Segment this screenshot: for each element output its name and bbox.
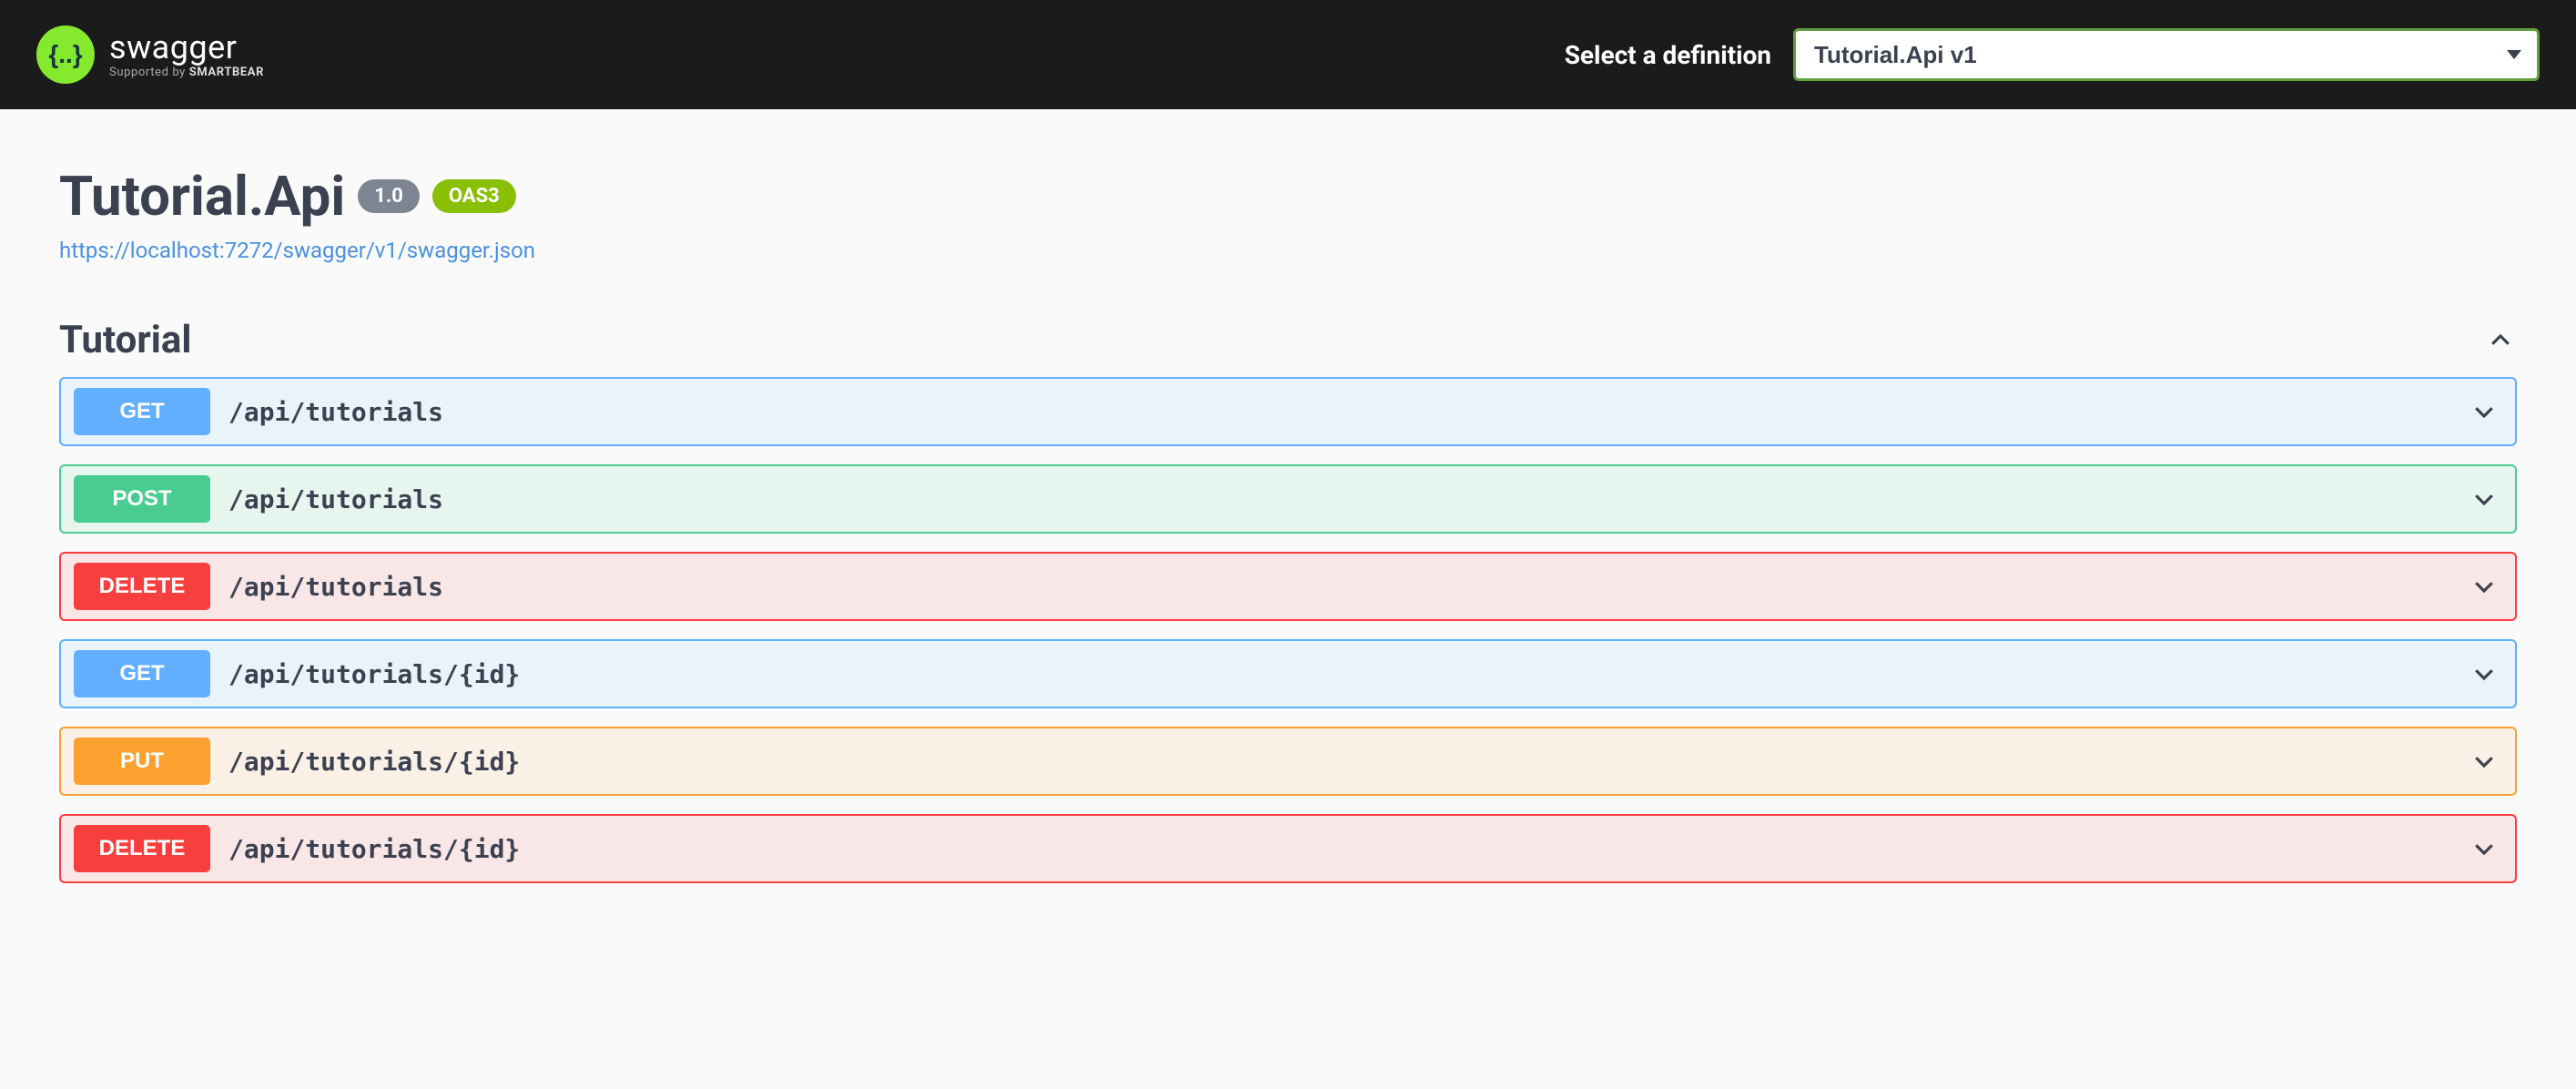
api-title: Tutorial.Api xyxy=(59,164,345,229)
operation-path: /api/tutorials xyxy=(228,484,2466,514)
operation-row[interactable]: DELETE/api/tutorials xyxy=(59,552,2517,621)
swagger-logo[interactable]: {..} swagger Supported by SMARTBEAR xyxy=(36,25,264,84)
version-badge: 1.0 xyxy=(358,179,420,213)
operation-row[interactable]: POST/api/tutorials xyxy=(59,464,2517,534)
spec-url-link[interactable]: https://localhost:7272/swagger/v1/swagge… xyxy=(59,238,535,263)
definition-select[interactable]: Tutorial.Api v1 xyxy=(1793,28,2540,81)
method-badge: PUT xyxy=(74,738,210,785)
chevron-down-icon[interactable] xyxy=(2466,743,2502,779)
operation-row[interactable]: PUT/api/tutorials/{id} xyxy=(59,727,2517,796)
operation-row[interactable]: DELETE/api/tutorials/{id} xyxy=(59,814,2517,883)
chevron-down-icon[interactable] xyxy=(2466,481,2502,517)
chevron-up-icon xyxy=(2484,324,2517,357)
operation-path: /api/tutorials/{id} xyxy=(228,747,2466,777)
tag-section: Tutorial GET/api/tutorialsPOST/api/tutor… xyxy=(41,290,2535,901)
method-badge: POST xyxy=(74,475,210,523)
chevron-down-icon[interactable] xyxy=(2466,656,2502,692)
operation-row[interactable]: GET/api/tutorials xyxy=(59,377,2517,446)
tag-name: Tutorial xyxy=(59,318,191,362)
topbar: {..} swagger Supported by SMARTBEAR Sele… xyxy=(0,0,2576,109)
method-badge: DELETE xyxy=(74,825,210,872)
chevron-down-icon[interactable] xyxy=(2466,568,2502,605)
logo-text: swagger xyxy=(109,31,264,64)
api-info: Tutorial.Api 1.0 OAS3 https://localhost:… xyxy=(41,109,2535,290)
operation-path: /api/tutorials xyxy=(228,572,2466,602)
tag-header[interactable]: Tutorial xyxy=(59,318,2517,377)
method-badge: DELETE xyxy=(74,563,210,610)
operation-row[interactable]: GET/api/tutorials/{id} xyxy=(59,639,2517,708)
oas-badge: OAS3 xyxy=(432,179,516,213)
operation-path: /api/tutorials xyxy=(228,397,2466,427)
chevron-down-icon[interactable] xyxy=(2466,830,2502,867)
method-badge: GET xyxy=(74,388,210,435)
definition-selector-group: Select a definition Tutorial.Api v1 xyxy=(1565,28,2540,81)
operation-path: /api/tutorials/{id} xyxy=(228,834,2466,864)
logo-subtext: Supported by SMARTBEAR xyxy=(109,66,264,79)
operation-path: /api/tutorials/{id} xyxy=(228,659,2466,689)
chevron-down-icon[interactable] xyxy=(2466,393,2502,430)
definition-label: Select a definition xyxy=(1565,40,1771,70)
swagger-logo-icon: {..} xyxy=(36,25,95,84)
method-badge: GET xyxy=(74,650,210,697)
